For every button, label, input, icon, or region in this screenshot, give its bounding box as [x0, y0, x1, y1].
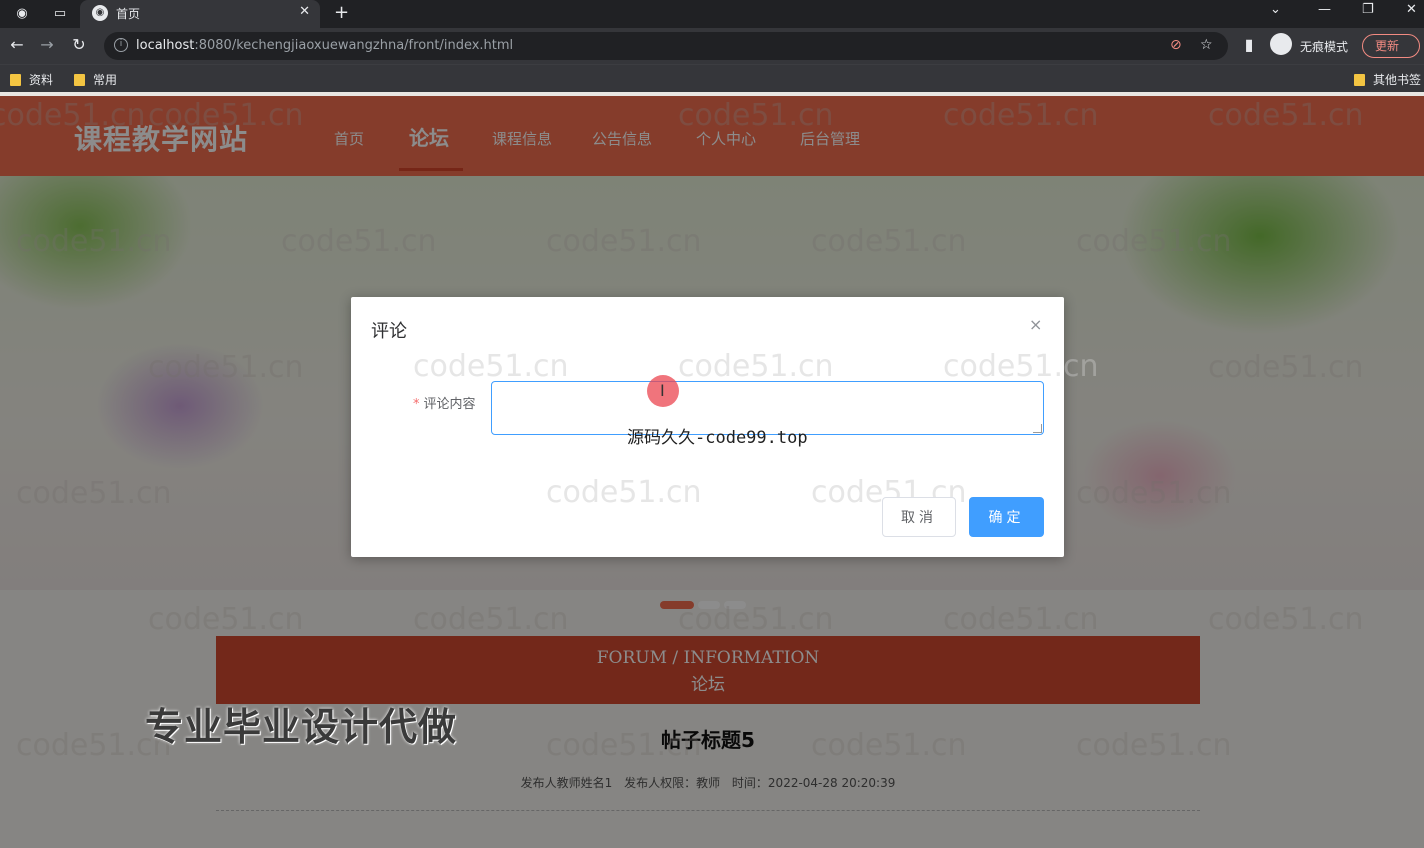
- tab-close-icon[interactable]: ✕: [299, 4, 310, 19]
- watermark: code51.cn: [546, 475, 702, 510]
- comment-dialog: code51.cn code51.cn code51.cn code51.cn …: [351, 297, 1099, 557]
- info-icon[interactable]: i: [114, 38, 128, 52]
- watermark: code51.cn: [943, 349, 1099, 384]
- confirm-button[interactable]: 确定: [969, 497, 1044, 537]
- overlay-watermark-text: 源码久久-code99.top: [627, 428, 808, 448]
- required-mark: *: [413, 397, 420, 412]
- update-button[interactable]: 更新: [1362, 34, 1420, 58]
- bookmark-label: 资料: [29, 73, 54, 87]
- browser-tab-active[interactable]: ◉ 首页 ✕: [80, 0, 320, 28]
- sidepanel-icon[interactable]: ▮: [1238, 35, 1260, 54]
- folder-icon: [74, 74, 85, 86]
- browser-toolbar: ← → ↻ i localhost:8080/kechengjiaoxuewan…: [0, 28, 1424, 64]
- globe-icon[interactable]: ◉: [12, 4, 32, 24]
- tab-title: 首页: [116, 7, 141, 21]
- incognito-label: 无痕模式: [1300, 40, 1349, 54]
- url-host: localhost: [136, 38, 195, 53]
- close-icon[interactable]: ×: [1029, 315, 1042, 334]
- window-close-icon[interactable]: ✕: [1406, 2, 1417, 17]
- address-bar[interactable]: i localhost:8080/kechengjiaoxuewangzhna/…: [104, 32, 1228, 60]
- restore-icon[interactable]: ❐: [1362, 2, 1374, 17]
- field-label-text: 评论内容: [423, 397, 476, 412]
- chevron-down-icon[interactable]: ⌄: [1270, 2, 1281, 17]
- dialog-title: 评论: [371, 321, 407, 342]
- other-bookmarks[interactable]: 其他书签: [1354, 71, 1421, 88]
- cancel-button[interactable]: 取消: [882, 497, 956, 537]
- blocked-icon[interactable]: ⊘: [1170, 37, 1182, 53]
- url-path: :8080/kechengjiaoxuewangzhna/front/index…: [194, 38, 514, 53]
- watermark: code51.cn: [678, 349, 834, 384]
- comment-content-label: * 评论内容: [413, 393, 476, 412]
- text-cursor-icon: I: [660, 381, 665, 400]
- bookmark-label: 其他书签: [1373, 73, 1422, 87]
- folder-icon: [1354, 74, 1365, 86]
- minimize-icon[interactable]: —: [1318, 2, 1331, 17]
- folder-icon: [10, 74, 21, 86]
- promo-text: 专业毕业设计代做: [145, 705, 458, 749]
- resize-handle[interactable]: [1033, 424, 1042, 433]
- back-icon[interactable]: ←: [6, 35, 28, 54]
- star-icon[interactable]: ☆: [1200, 37, 1213, 53]
- bookmark-folder-0[interactable]: 资料: [10, 71, 53, 88]
- forward-icon[interactable]: →: [36, 35, 58, 54]
- incognito-icon[interactable]: [1270, 33, 1292, 55]
- reload-icon[interactable]: ↻: [68, 35, 90, 54]
- bookmarks-bar: 资料 常用 其他书签: [0, 64, 1424, 92]
- url-text[interactable]: localhost:8080/kechengjiaoxuewangzhna/fr…: [136, 38, 513, 53]
- bookmark-label: 常用: [93, 73, 118, 87]
- new-tab-icon[interactable]: +: [334, 2, 349, 23]
- bookmark-folder-1[interactable]: 常用: [74, 71, 117, 88]
- globe-icon: ◉: [92, 5, 108, 21]
- watermark: code51.cn: [413, 349, 569, 384]
- tab-window-icon[interactable]: ▭: [50, 4, 70, 24]
- browser-tabbar: ◉ ▭ ◉ 首页 ✕ + ⌄ — ❐ ✕: [0, 0, 1424, 28]
